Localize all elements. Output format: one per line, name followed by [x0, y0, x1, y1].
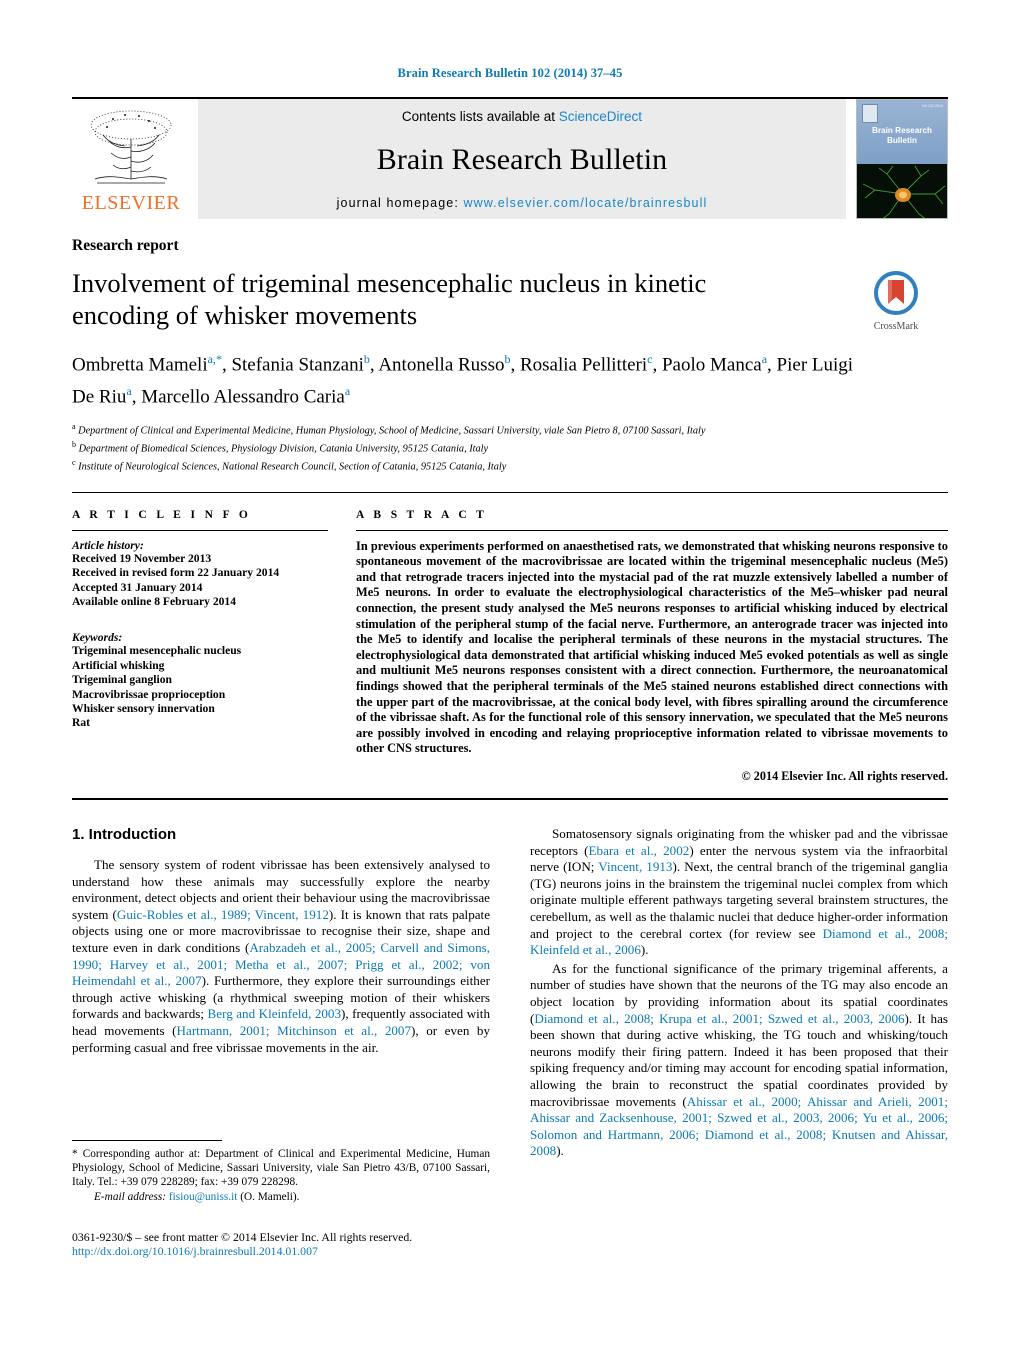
- abstract-copyright: © 2014 Elsevier Inc. All rights reserved…: [741, 769, 948, 784]
- keyword-item: Whisker sensory innervation: [72, 701, 215, 715]
- neuron-illustration-icon: [857, 163, 947, 218]
- publisher-logo: ELSEVIER: [72, 99, 190, 219]
- journal-homepage-line: journal homepage: www.elsevier.com/locat…: [337, 196, 708, 210]
- affiliation-text-a: Department of Clinical and Experimental …: [78, 425, 706, 437]
- cover-journal-name: Brain Research Bulletin: [857, 126, 947, 146]
- footnote-block: * Corresponding author at: Department of…: [72, 1140, 490, 1259]
- publisher-wordmark: ELSEVIER: [81, 192, 181, 214]
- crossmark-icon: [874, 271, 918, 315]
- abstract-column: A B S T R A C T In previous experiments …: [356, 509, 948, 784]
- keyword-item: Trigeminal mesencephalic nucleus: [72, 644, 242, 658]
- cover-mini-logo-icon: [862, 104, 878, 123]
- abstract-text: In previous experiments performed on ana…: [356, 538, 948, 756]
- elsevier-tree-icon: [90, 110, 172, 184]
- band-bottom-rule: [72, 798, 948, 801]
- corresponding-author-note: * Corresponding author at: Department of…: [72, 1148, 490, 1189]
- email-link[interactable]: fisiou@uniss.it: [169, 1191, 237, 1203]
- affiliation-list: a Department of Clinical and Experimenta…: [72, 420, 948, 474]
- footnote-rule: [72, 1140, 222, 1141]
- crossmark-label: CrossMark: [873, 321, 919, 332]
- title-row: Involvement of trigeminal mesencephalic …: [72, 255, 948, 332]
- keyword-item: Artificial whisking: [72, 658, 165, 672]
- running-head: Brain Research Bulletin 102 (2014) 37–45: [397, 66, 623, 80]
- affiliation-text-b: Department of Biomedical Sciences, Physi…: [78, 443, 489, 455]
- crossmark-badge[interactable]: CrossMark: [844, 271, 948, 332]
- paragraph: The sensory system of rodent vibrissae h…: [72, 857, 491, 1055]
- abstract-heading: A B S T R A C T: [356, 508, 488, 521]
- email-note: E-mail address: fisiou@uniss.it (O. Mame…: [72, 1190, 490, 1204]
- issn-front-matter: 0361-9230/$ – see front matter © 2014 El…: [72, 1229, 413, 1244]
- keyword-item: Macrovibrissae proprioception: [72, 687, 226, 701]
- homepage-label: journal homepage:: [336, 196, 459, 210]
- affiliation-marker-a: a: [72, 421, 76, 431]
- email-label: E-mail address:: [94, 1190, 167, 1203]
- imprint-block: 0361-9230/$ – see front matter © 2014 El…: [72, 1230, 490, 1259]
- cover-neuron-image: [857, 163, 947, 218]
- author-list: Ombretta Mamelia,*, Stefania Stanzanib, …: [72, 352, 854, 408]
- paragraph: As for the functional significance of th…: [530, 960, 948, 1159]
- history-accepted: Accepted 31 January 2014: [72, 580, 203, 594]
- cover-journal-name-line1: Brain Research: [871, 126, 933, 135]
- body-columns: 1. Introduction The sensory system of ro…: [72, 826, 948, 1160]
- keyword-item: Rat: [72, 716, 91, 730]
- affiliation-b: b Department of Biomedical Sciences, Phy…: [72, 438, 948, 456]
- sciencedirect-link[interactable]: ScienceDirect: [559, 109, 642, 124]
- history-received: Received 19 November 2013: [72, 551, 212, 565]
- journal-cover-thumbnail: Vol 102 2014 Brain Research Bulletin: [856, 99, 948, 219]
- keyword-item: Trigeminal ganglion: [72, 673, 172, 687]
- body-left-column: 1. Introduction The sensory system of ro…: [72, 826, 490, 1160]
- email-owner: (O. Mameli).: [240, 1190, 300, 1203]
- article-info-heading: A R T I C L E I N F O: [72, 508, 252, 521]
- article-info-column: A R T I C L E I N F O Article history: R…: [72, 509, 328, 784]
- affiliation-text-c: Institute of Neurological Sciences, Nati…: [78, 461, 507, 473]
- body-right-column: Somatosensory signals originating from t…: [530, 826, 948, 1160]
- affiliation-a: a Department of Clinical and Experimenta…: [72, 420, 948, 438]
- journal-title: Brain Research Bulletin: [376, 143, 668, 176]
- article-info-rule: [72, 529, 328, 531]
- contents-available-line: Contents lists available at ScienceDirec…: [402, 109, 642, 124]
- doi-link[interactable]: http://dx.doi.org/10.1016/j.brainresbull…: [72, 1244, 490, 1259]
- column-gutter: [328, 509, 356, 784]
- keywords-block: Keywords: Trigeminal mesencephalic nucle…: [72, 631, 328, 730]
- article-type: Research report: [72, 237, 179, 254]
- cover-journal-name-line2: Bulletin: [886, 136, 918, 145]
- cover-issue-note: Vol 102 2014: [922, 104, 943, 108]
- homepage-url[interactable]: www.elsevier.com/locate/brainresbull: [463, 196, 707, 210]
- body-gutter: [490, 826, 530, 1160]
- paragraph: Somatosensory signals originating from t…: [530, 826, 948, 958]
- masthead-center: Contents lists available at ScienceDirec…: [198, 99, 846, 219]
- affiliation-marker-b: b: [72, 439, 76, 449]
- keywords-label: Keywords:: [72, 631, 123, 645]
- contents-prefix: Contents lists available at: [401, 109, 556, 124]
- affiliation-c: c Institute of Neurological Sciences, Na…: [72, 456, 948, 474]
- history-revised: Received in revised form 22 January 2014: [72, 566, 280, 580]
- article-history-label: Article history:: [72, 538, 144, 552]
- history-online: Available online 8 February 2014: [72, 594, 237, 608]
- cover-top-panel: Vol 102 2014 Brain Research Bulletin: [857, 100, 947, 164]
- info-abstract-band: A R T I C L E I N F O Article history: R…: [72, 491, 948, 784]
- page-title: Involvement of trigeminal mesencephalic …: [72, 268, 707, 330]
- section-title-introduction: 1. Introduction: [72, 826, 177, 844]
- journal-masthead: ELSEVIER Contents lists available at Sci…: [72, 97, 948, 219]
- abstract-rule: [356, 529, 948, 531]
- affiliation-marker-c: c: [72, 457, 76, 467]
- document-page: Brain Research Bulletin 102 (2014) 37–45: [0, 0, 1020, 1351]
